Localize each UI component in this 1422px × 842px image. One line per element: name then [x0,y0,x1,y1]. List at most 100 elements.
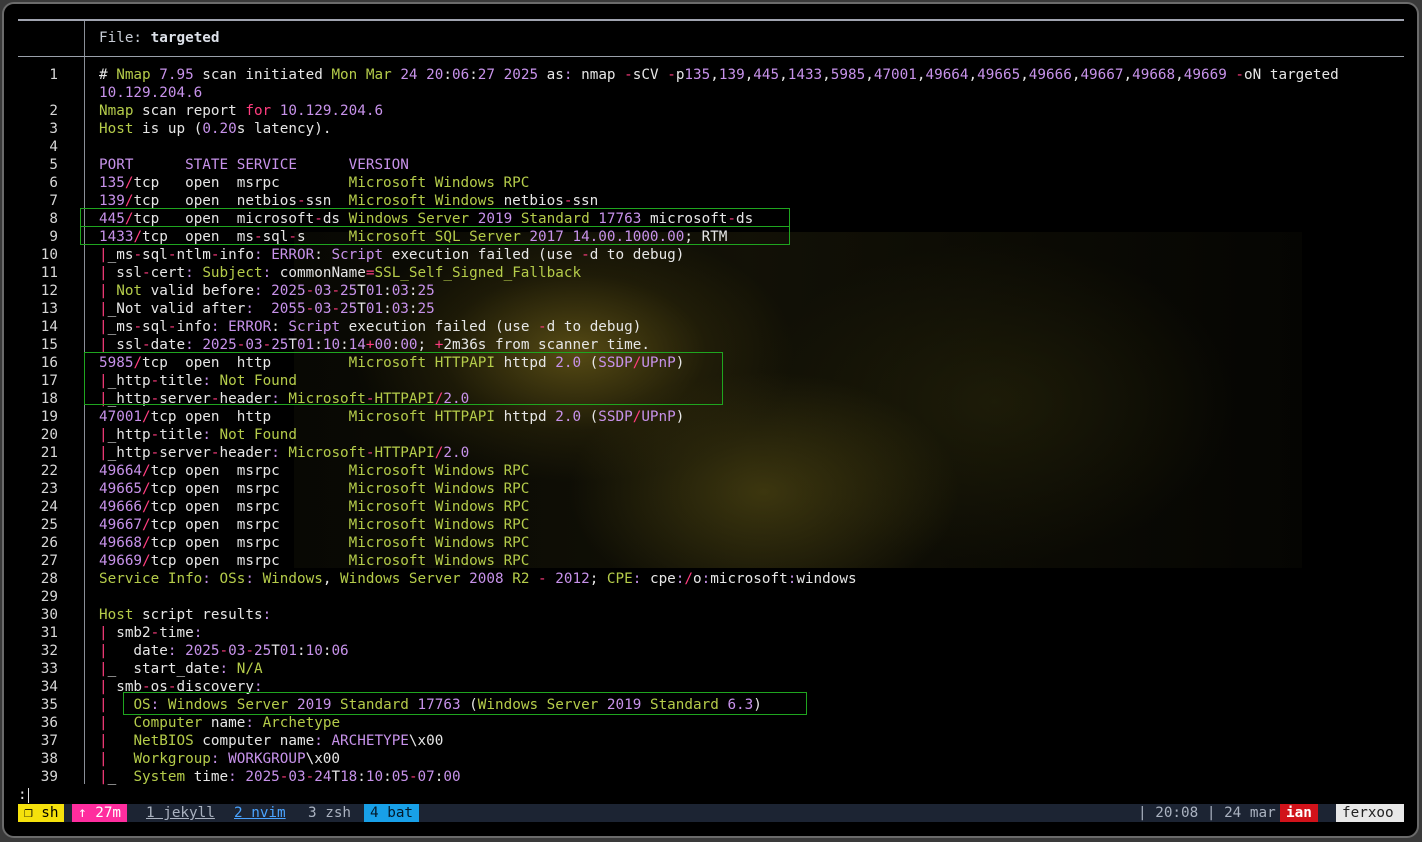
token: smb [107,679,143,695]
code-line: 24 49666/tcp open msrpc Microsoft Windows… [18,498,1408,516]
token: - [253,229,263,245]
terminal-window[interactable]: File: targeted 1 # Nmap 7.95 scan initiat… [2,2,1419,838]
window-tab-jekyll[interactable]: 1 jekyll [140,804,221,822]
token: | [99,391,108,407]
token: - [331,301,341,317]
code-line: 6 135/tcp open msrpc Microsoft Windows RP… [18,174,1408,192]
token: ( [460,697,478,713]
line-text: | smb-os-discovery: [99,678,263,696]
token: | [99,715,108,731]
token: tcp open msrpc [150,481,349,497]
token: 49667 [99,517,143,533]
line-text: |_http-server-header: Microsoft-HTTPAPI/… [99,444,469,462]
token: ; [589,571,607,587]
file-header: File: targeted [99,29,220,47]
token: 2025 [245,769,280,785]
token: Computer [133,715,203,731]
token: _http [107,373,151,389]
code-line: 28 Service Info: OSs: Windows, Windows Se… [18,570,1408,588]
token: valid before [142,283,254,299]
token: ds [322,211,349,227]
window-tab-zsh[interactable]: 3 zsh [302,804,357,822]
token: | [99,769,108,785]
token: Archetype [262,715,341,731]
token: tcp open ms [142,229,254,245]
token: ssl [107,265,143,281]
token: | [99,751,108,767]
token: ERROR [271,247,315,263]
session-name[interactable]: ❐ sh [18,804,65,822]
token: info [176,319,211,335]
token: | [99,283,108,299]
token: _http [107,445,151,461]
token: ( [581,409,599,425]
line-number: 31 [40,625,58,641]
token: , [744,67,754,83]
token: - [219,643,229,659]
token: : [383,769,392,785]
window-tab-nvim[interactable]: 2 nvim [228,804,292,822]
code-line: 18 |_http-server-header: Microsoft-HTTPAP… [18,390,1408,408]
token: : [219,661,229,677]
file-content[interactable]: 1 # Nmap 7.95 scan initiated Mon Mar 24 2… [18,66,1408,786]
token: | [99,301,108,317]
token: execution failed (use [383,247,582,263]
token: 25 [417,283,435,299]
line-text: |_ms-sql-ntlm-info: ERROR: Script execut… [99,246,684,264]
token: for [245,103,272,119]
token: cpe [641,571,676,587]
token: - [150,391,160,407]
token: | [99,679,108,695]
top-border-line [18,19,1404,21]
command-prompt[interactable]: : [18,786,27,804]
token: ) [675,355,685,371]
line-text: 445/tcp open microsoft-ds Windows Server… [99,210,753,228]
code-line: 5 PORT STATE SERVICE VERSION [18,156,1408,174]
token: Microsoft Windows RPC [348,175,530,191]
token: - [133,319,143,335]
token: , [822,67,831,83]
token: / [142,553,151,569]
token: 03 [391,301,409,317]
token: : [469,67,478,83]
token: : [314,733,323,749]
token: CPE [606,571,633,587]
token: 135 [684,67,711,83]
token: - [150,625,160,641]
token: server [159,445,211,461]
token: tcp open msrpc [150,499,349,515]
token: - [133,247,143,263]
token: 25 [271,337,289,353]
window-tab-bat[interactable]: 4 bat [364,804,420,822]
token: 14 [348,337,366,353]
token: , [1175,67,1184,83]
token: 05 [391,769,409,785]
token: oN targeted [1244,67,1339,83]
token: / [133,355,143,371]
token: - [210,445,220,461]
token: : [262,265,272,281]
token: | [99,445,108,461]
token: | [99,661,108,677]
token: 6.3 [727,697,754,713]
token: 01 [365,283,384,299]
token: / [142,517,151,533]
token: Standard [649,697,719,713]
token: / [133,229,143,245]
token: - [331,283,341,299]
token: / [142,463,151,479]
token: - [150,373,160,389]
line-number: 15 [40,337,58,353]
line-text: | smb2-time: [99,624,202,642]
line-text: | ssl-cert: Subject: commonName=SSL_Self… [99,264,581,282]
line-text: 49669/tcp open msrpc Microsoft Windows R… [99,552,529,570]
token: ssn [305,193,349,209]
token: , [710,67,719,83]
